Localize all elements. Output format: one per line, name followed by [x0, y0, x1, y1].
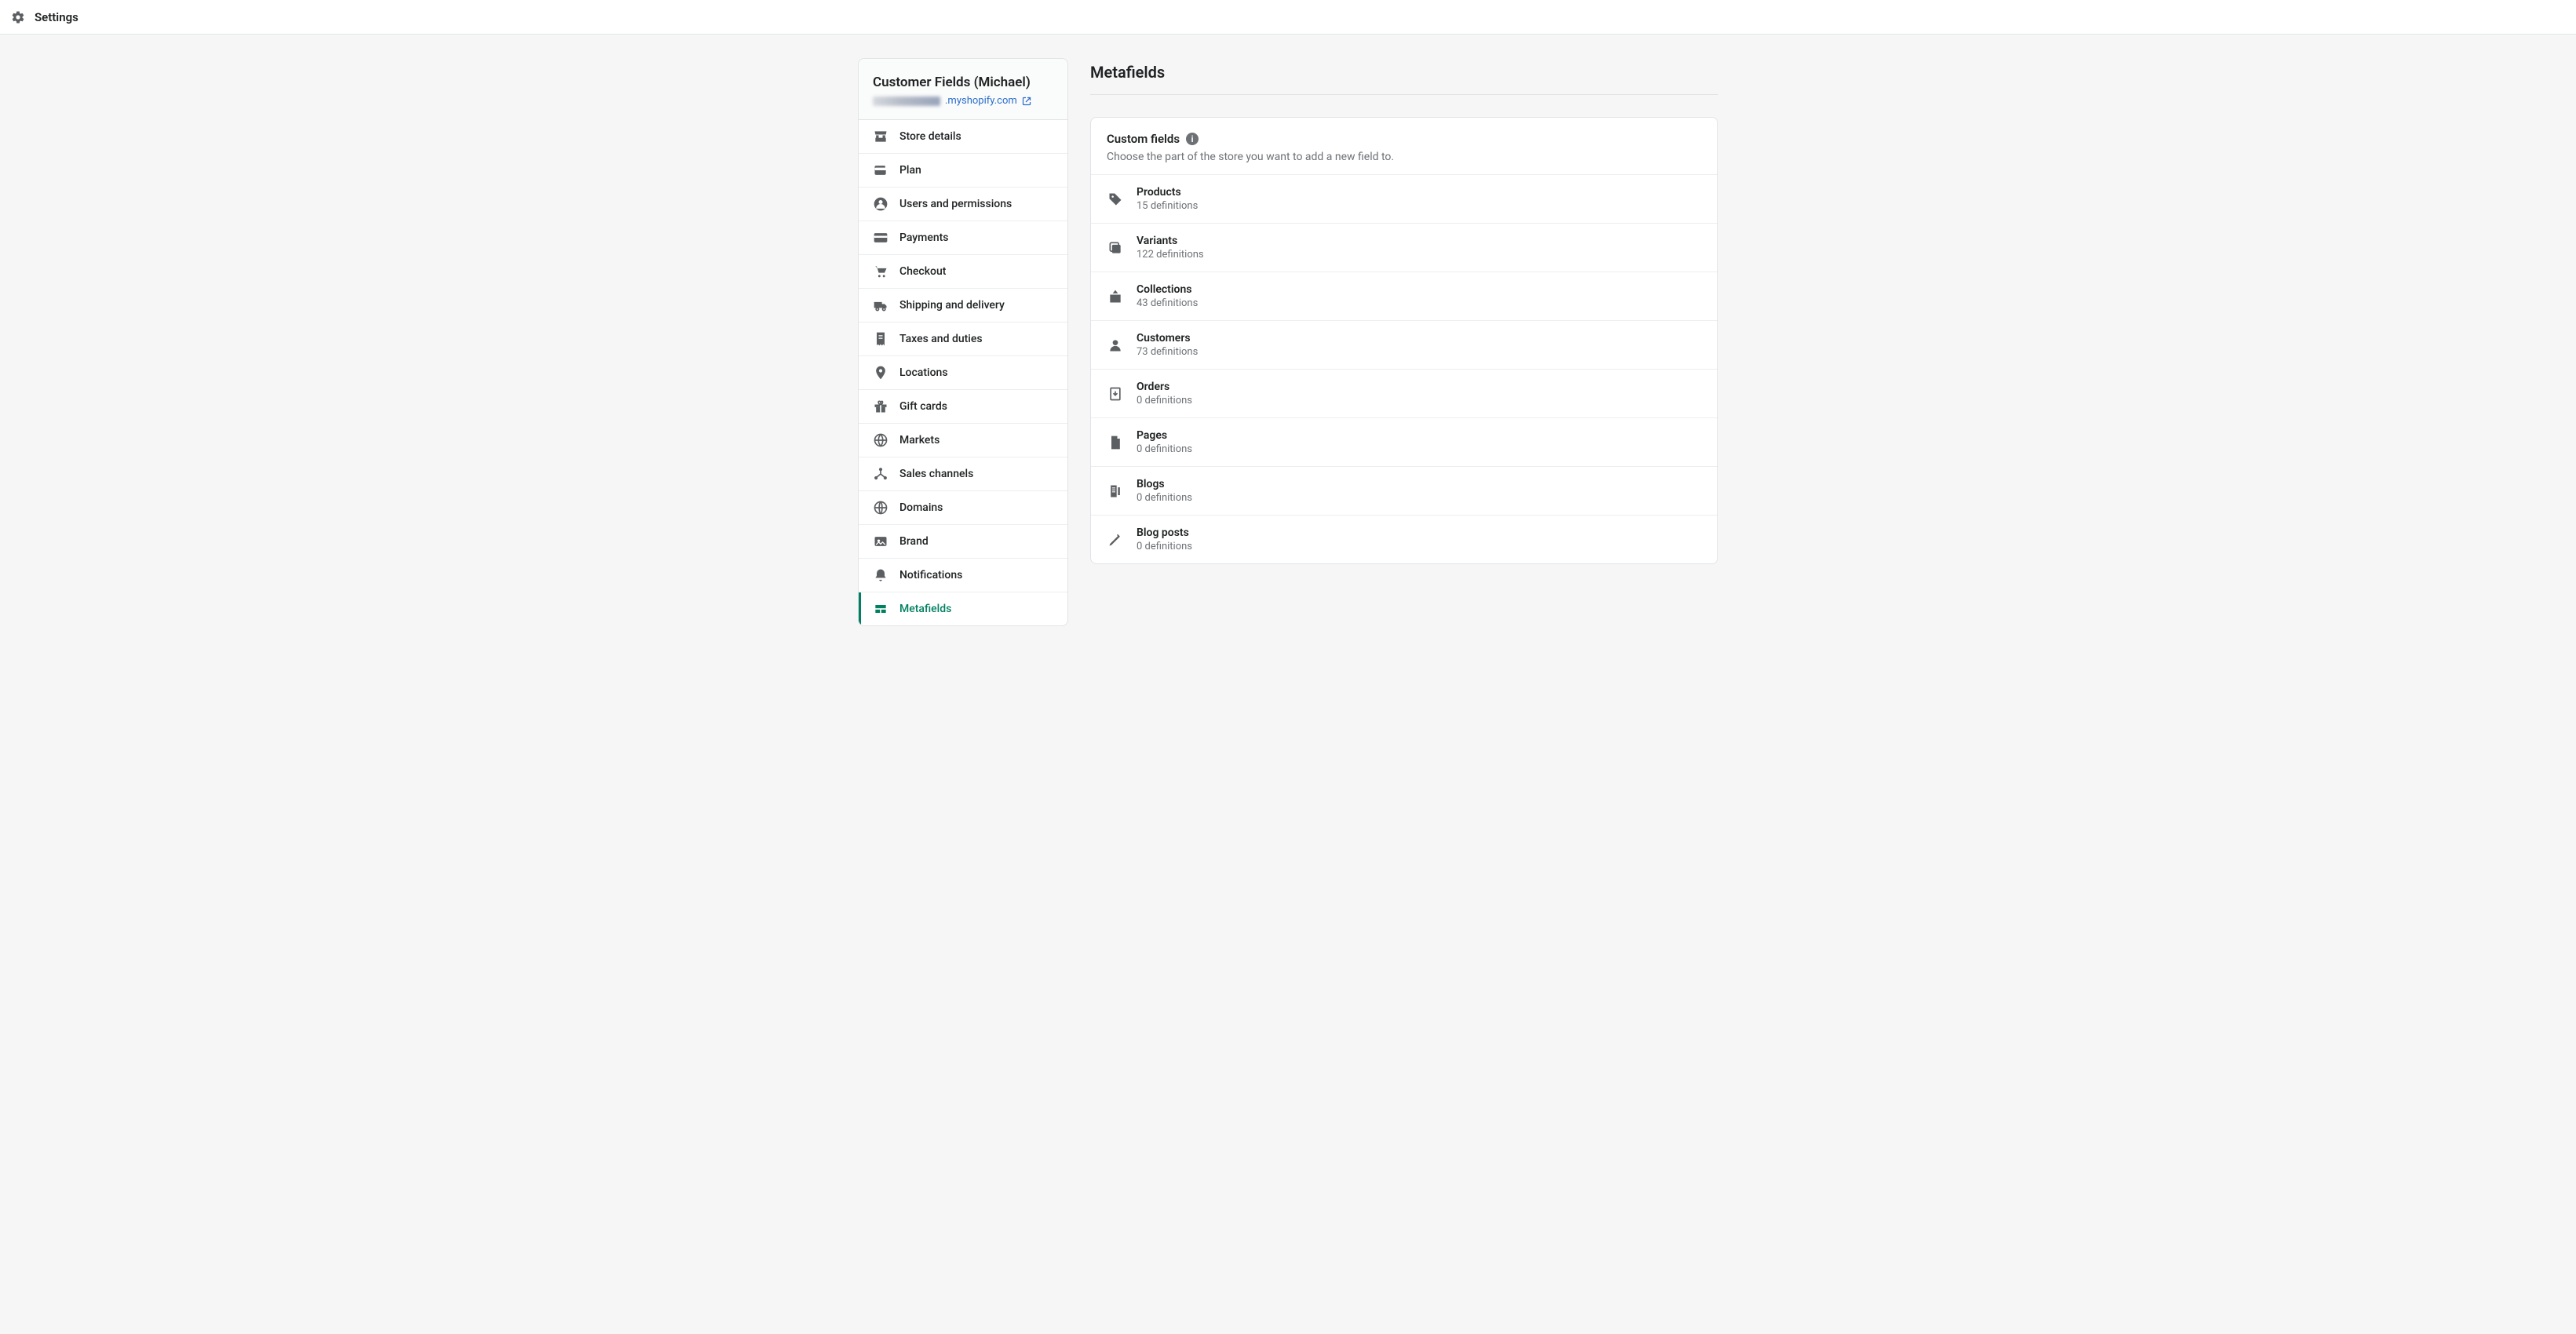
sidebar-item-label: Markets	[899, 434, 940, 446]
metafield-row-title: Products	[1137, 186, 1198, 199]
page-header-title: Settings	[35, 10, 78, 24]
globe-icon	[873, 432, 888, 448]
sidebar-item-users-and-permissions[interactable]: Users and permissions	[859, 188, 1067, 221]
bell-icon	[873, 567, 888, 583]
sidebar-item-locations[interactable]: Locations	[859, 356, 1067, 390]
metafield-row-subtitle: 0 definitions	[1137, 443, 1192, 455]
card-subtitle: Choose the part of the store you want to…	[1107, 151, 1702, 163]
user-circle-icon	[873, 196, 888, 212]
sidebar-item-label: Gift cards	[899, 400, 947, 413]
metafield-row-subtitle: 0 definitions	[1137, 492, 1192, 504]
store-name: Customer Fields (Michael)	[873, 75, 1053, 90]
sidebar-item-label: Shipping and delivery	[899, 299, 1005, 312]
blog-icon	[1107, 483, 1124, 500]
metafield-row-variants[interactable]: Variants 122 definitions	[1091, 224, 1717, 272]
external-link-icon	[1022, 97, 1031, 106]
metafield-type-list: Products15 definitions Variants 122 defini…	[1091, 175, 1717, 563]
wallet-icon	[873, 162, 888, 178]
metafield-row-collections[interactable]: Collections43 definitions	[1091, 272, 1717, 321]
settings-sidebar: Customer Fields (Michael) .myshopify.com…	[858, 58, 1068, 626]
metafield-row-orders[interactable]: Orders 0 definitions	[1091, 370, 1717, 418]
sidebar-item-shipping-and-delivery[interactable]: Shipping and delivery	[859, 289, 1067, 323]
metafield-row-subtitle: 43 definitions	[1137, 297, 1198, 309]
metafield-row-products[interactable]: Products15 definitions	[1091, 175, 1717, 224]
metafield-row-pages[interactable]: Pages0 definitions	[1091, 418, 1717, 467]
collection-icon	[1107, 288, 1124, 305]
channels-icon	[873, 466, 888, 482]
card-header: Custom fields i Choose the part of the s…	[1091, 118, 1717, 175]
redacted-subdomain	[873, 97, 940, 106]
info-icon[interactable]: i	[1186, 133, 1199, 145]
sidebar-item-label: Checkout	[899, 265, 946, 278]
metafield-row-blogs[interactable]: Blogs 0 definitions	[1091, 467, 1717, 516]
brand-icon	[873, 534, 888, 549]
gear-icon	[11, 10, 25, 24]
metafields-icon	[873, 601, 888, 617]
gift-icon	[873, 399, 888, 414]
sidebar-item-label: Payments	[899, 231, 949, 244]
person-icon	[1107, 337, 1124, 354]
variant-icon	[1107, 239, 1124, 257]
truck-icon	[873, 297, 888, 313]
store-url[interactable]: .myshopify.com	[873, 95, 1053, 107]
sidebar-item-label: Plan	[899, 164, 921, 177]
sidebar-item-label: Store details	[899, 130, 961, 143]
sidebar-item-sales-channels[interactable]: Sales channels	[859, 457, 1067, 491]
main-content: Metafields Custom fields i Choose the pa…	[1090, 58, 1718, 626]
store-icon	[873, 129, 888, 144]
sidebar-item-label: Sales channels	[899, 468, 973, 480]
top-bar: Settings	[0, 0, 2576, 35]
metafield-row-subtitle: 122 definitions	[1137, 249, 1204, 261]
metafield-row-title: Blog posts	[1137, 527, 1192, 539]
sidebar-item-markets[interactable]: Markets	[859, 424, 1067, 457]
settings-nav: Store details Plan Users and permissions Pa…	[859, 120, 1067, 625]
metafield-row-title: Customers	[1137, 332, 1198, 344]
metafield-row-customers[interactable]: Customers 73 definitions	[1091, 321, 1717, 370]
metafield-row-subtitle: 73 definitions	[1137, 346, 1198, 358]
metafield-row-title: Blogs	[1137, 478, 1192, 490]
metafield-row-subtitle: 15 definitions	[1137, 200, 1198, 212]
sidebar-item-label: Domains	[899, 501, 943, 514]
sidebar-item-label: Users and permissions	[899, 198, 1012, 210]
card-icon	[873, 230, 888, 246]
metafield-row-title: Collections	[1137, 283, 1198, 296]
sidebar-item-label: Notifications	[899, 569, 962, 581]
sidebar-item-brand[interactable]: Brand	[859, 525, 1067, 559]
metafield-row-subtitle: 0 definitions	[1137, 395, 1192, 406]
sidebar-item-taxes-and-duties[interactable]: Taxes and duties	[859, 323, 1067, 356]
tag-icon	[1107, 191, 1124, 208]
metafield-row-blog-posts[interactable]: Blog posts 0 definitions	[1091, 516, 1717, 563]
sidebar-item-store-details[interactable]: Store details	[859, 120, 1067, 154]
receipt-icon	[873, 331, 888, 347]
order-icon	[1107, 385, 1124, 403]
sidebar-item-label: Metafields	[899, 603, 951, 615]
sidebar-item-label: Locations	[899, 366, 948, 379]
page-title: Metafields	[1090, 58, 1718, 95]
store-domain-link[interactable]: .myshopify.com	[945, 95, 1017, 107]
sidebar-item-label: Taxes and duties	[899, 333, 983, 345]
sidebar-item-plan[interactable]: Plan	[859, 154, 1067, 188]
sidebar-item-payments[interactable]: Payments	[859, 221, 1067, 255]
cart-icon	[873, 264, 888, 279]
sidebar-item-checkout[interactable]: Checkout	[859, 255, 1067, 289]
sidebar-item-metafields[interactable]: Metafields	[859, 592, 1067, 625]
metafield-row-subtitle: 0 definitions	[1137, 541, 1192, 552]
metafield-row-title: Pages	[1137, 429, 1192, 442]
globe2-icon	[873, 500, 888, 516]
sidebar-item-label: Brand	[899, 535, 929, 548]
pin-icon	[873, 365, 888, 381]
card-title: Custom fields	[1107, 132, 1180, 146]
sidebar-header: Customer Fields (Michael) .myshopify.com	[859, 59, 1067, 120]
custom-fields-card: Custom fields i Choose the part of the s…	[1090, 117, 1718, 564]
sidebar-item-gift-cards[interactable]: Gift cards	[859, 390, 1067, 424]
page-icon	[1107, 434, 1124, 451]
metafield-row-title: Variants	[1137, 235, 1204, 247]
metafield-row-title: Orders	[1137, 381, 1192, 393]
sidebar-item-notifications[interactable]: Notifications	[859, 559, 1067, 592]
sidebar-item-domains[interactable]: Domains	[859, 491, 1067, 525]
pencil-icon	[1107, 531, 1124, 549]
